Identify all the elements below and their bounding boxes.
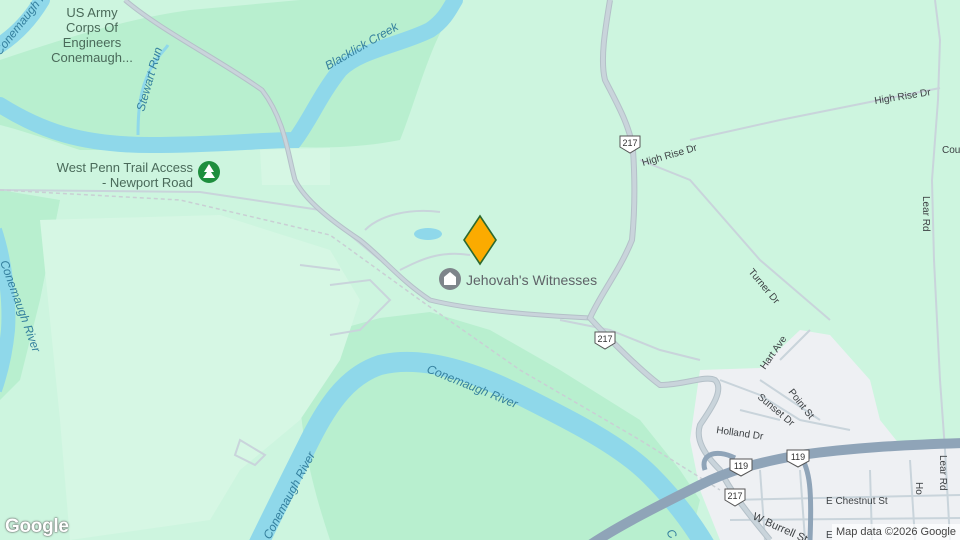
pond bbox=[414, 228, 442, 240]
worship-icon[interactable] bbox=[439, 268, 461, 290]
shield-label: 217 bbox=[622, 138, 637, 148]
route-shield-pa217: 217 bbox=[594, 331, 616, 350]
forest-area bbox=[299, 312, 700, 540]
shield-label: 119 bbox=[791, 452, 805, 462]
shield-label: 217 bbox=[597, 334, 612, 344]
google-logo: Google bbox=[5, 516, 69, 537]
poi-jehovahs-witnesses[interactable]: Jehovah's Witnesses bbox=[466, 272, 597, 288]
poi-label-line: Conemaugh... bbox=[51, 50, 133, 65]
poi-label-line: US Army bbox=[66, 5, 118, 20]
field-area bbox=[40, 215, 360, 540]
street-label-lear-lower: Lear Rd bbox=[937, 455, 948, 491]
street-label-county: Cou bbox=[942, 145, 960, 156]
poi-label-line: Engineers bbox=[63, 35, 122, 50]
poi-label-line: West Penn Trail Access bbox=[57, 160, 194, 175]
tree-icon[interactable] bbox=[198, 161, 220, 183]
map-layer: 217 217 217 119 119 US Army Corps Of Eng… bbox=[0, 0, 960, 540]
route-shield-pa217: 217 bbox=[619, 135, 641, 154]
street-label-ho-fragment: Ho bbox=[913, 482, 924, 495]
map-attribution[interactable]: Map data ©2026 Google bbox=[831, 524, 960, 540]
poi-trail-access[interactable]: West Penn Trail Access - Newport Road bbox=[57, 160, 194, 190]
shield-label: 217 bbox=[727, 491, 742, 501]
street-label-high-rise-upper: High Rise Dr bbox=[874, 87, 932, 107]
poi-army-corps[interactable]: US Army Corps Of Engineers Conemaugh... bbox=[51, 5, 133, 65]
location-pin-icon[interactable] bbox=[463, 214, 497, 266]
map-canvas[interactable]: 217 217 217 119 119 US Army Corps Of Eng… bbox=[0, 0, 960, 540]
poi-label-line: Corps Of bbox=[66, 20, 118, 35]
poi-label-line: - Newport Road bbox=[102, 175, 193, 190]
street-label-lear-upper: Lear Rd bbox=[920, 196, 931, 232]
street-label-e-chestnut: E Chestnut St bbox=[826, 496, 888, 507]
street-label-high-rise-lower: High Rise Dr bbox=[641, 143, 699, 169]
shield-label: 119 bbox=[734, 461, 748, 471]
